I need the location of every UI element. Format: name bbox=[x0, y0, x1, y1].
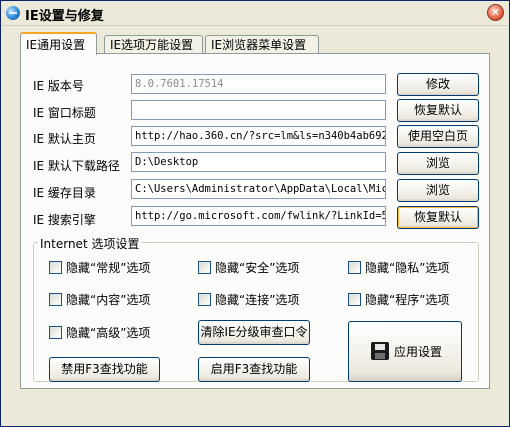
tab-ie-menu[interactable]: IE浏览器菜单设置 bbox=[205, 35, 319, 54]
tab-ie-options[interactable]: IE选项万能设置 bbox=[104, 35, 203, 54]
use-blank-page-button[interactable]: 使用空白页 bbox=[397, 125, 479, 148]
hide-content-checkbox[interactable]: 隐藏“内容”选项 bbox=[49, 292, 150, 308]
group-title: Internet 选项设置 bbox=[38, 235, 142, 252]
window-title-label: IE 窗口标题 bbox=[33, 106, 96, 120]
browse-cache-button[interactable]: 浏览 bbox=[397, 179, 479, 202]
browse-download-button[interactable]: 浏览 bbox=[397, 152, 479, 175]
checkbox-box[interactable] bbox=[49, 326, 62, 339]
download-path-field[interactable]: D:\Desktop bbox=[131, 152, 386, 172]
title-bar: IE设置与修复 ✕ bbox=[1, 1, 509, 26]
checkbox-box[interactable] bbox=[49, 293, 62, 306]
apply-settings-label: 应用设置 bbox=[394, 345, 443, 359]
tab-ie-general[interactable]: IE通用设置 bbox=[20, 32, 97, 55]
app-window: IE设置与修复 ✕ IE通用设置 IE选项万能设置 IE浏览器菜单设置 IE 版… bbox=[0, 0, 510, 427]
apply-settings-button[interactable]: 应用设置 bbox=[348, 321, 462, 382]
disable-f3-button[interactable]: 禁用F3查找功能 bbox=[49, 357, 160, 382]
cache-dir-label: IE 缓存目录 bbox=[33, 186, 96, 200]
checkbox-box[interactable] bbox=[198, 293, 211, 306]
download-path-label: IE 默认下载路径 bbox=[33, 159, 120, 173]
enable-f3-button[interactable]: 启用F3查找功能 bbox=[198, 357, 310, 382]
search-engine-label: IE 搜索引擎 bbox=[33, 213, 96, 227]
close-button[interactable]: ✕ bbox=[487, 4, 504, 21]
homepage-field[interactable]: http://hao.360.cn/?src=lm&ls=n340b4ab692 bbox=[131, 126, 386, 146]
version-field[interactable]: 8.0.7601.17514 bbox=[131, 74, 386, 94]
cache-dir-field[interactable]: C:\Users\Administrator\AppData\Local\Mic… bbox=[131, 179, 386, 199]
hide-security-checkbox[interactable]: 隐藏“安全”选项 bbox=[198, 260, 299, 276]
clear-ratings-password-button[interactable]: 清除IE分级审查口令 bbox=[198, 320, 310, 345]
checkbox-box[interactable] bbox=[348, 293, 361, 306]
window-title-field[interactable] bbox=[131, 100, 386, 120]
window-title: IE设置与修复 bbox=[25, 9, 104, 24]
search-engine-field[interactable]: http://go.microsoft.com/fwlink/?LinkId=5… bbox=[131, 206, 386, 226]
hide-privacy-checkbox[interactable]: 隐藏“隐私”选项 bbox=[348, 260, 449, 276]
checkbox-box[interactable] bbox=[198, 261, 211, 274]
hide-programs-checkbox[interactable]: 隐藏“程序”选项 bbox=[348, 292, 449, 308]
ie-app-icon bbox=[6, 6, 20, 20]
restore-search-button[interactable]: 恢复默认 bbox=[397, 206, 479, 229]
checkbox-box[interactable] bbox=[348, 261, 361, 274]
restore-title-button[interactable]: 恢复默认 bbox=[397, 99, 479, 122]
save-disk-icon bbox=[371, 342, 389, 360]
version-label: IE 版本号 bbox=[33, 79, 84, 93]
hide-connections-checkbox[interactable]: 隐藏“连接”选项 bbox=[198, 292, 299, 308]
homepage-label: IE 默认主页 bbox=[33, 132, 96, 146]
modify-button[interactable]: 修改 bbox=[397, 73, 479, 96]
hide-advanced-checkbox[interactable]: 隐藏“高级”选项 bbox=[49, 325, 150, 341]
hide-general-checkbox[interactable]: 隐藏“常规”选项 bbox=[49, 260, 150, 276]
checkbox-box[interactable] bbox=[49, 261, 62, 274]
